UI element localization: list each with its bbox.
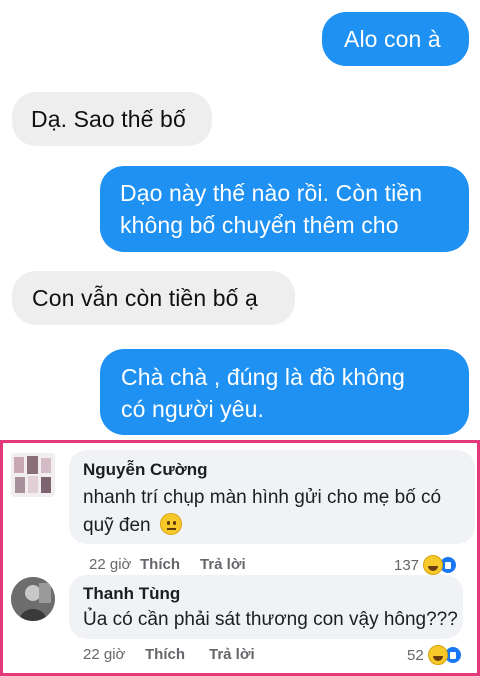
message-bubble-outgoing: Alo con à (322, 12, 469, 66)
haha-reaction-icon (423, 555, 444, 575)
message-line: Con vẫn còn tiền bố ạ (32, 285, 258, 311)
message-bubble-incoming: Con vẫn còn tiền bố ạ (12, 271, 295, 325)
commenter-name[interactable]: Thanh Tùng (83, 584, 180, 604)
comment-time: 22 giờ (89, 556, 132, 573)
message-bubble-incoming: Dạ. Sao thế bố (12, 92, 212, 146)
reply-button[interactable]: Trả lời (209, 646, 255, 663)
comment-text: nhanh trí chụp màn hình gửi cho mẹ bố có… (83, 484, 468, 540)
comment-time: 22 giờ (83, 646, 126, 663)
message-line: Dạo này thế nào rồi. Còn tiền (120, 180, 423, 206)
commenter-name[interactable]: Nguyễn Cường (83, 460, 208, 480)
neutral-face-emoji-icon (159, 513, 182, 535)
comment-bubble: Nguyễn Cường nhanh trí chụp màn hình gửi… (69, 450, 475, 544)
avatar[interactable] (11, 577, 55, 621)
comments-section: Nguyễn Cường nhanh trí chụp màn hình gửi… (0, 440, 480, 676)
message-bubble-outgoing: Dạo này thế nào rồi. Còn tiền không bố c… (100, 166, 469, 252)
avatar-image (11, 577, 55, 621)
chat-screenshot: Alo con à Dạ. Sao thế bố Dạo này thế nào… (0, 0, 480, 438)
comment-text: Ủa có cần phải sát thương con vậy hông??… (83, 609, 458, 630)
haha-reaction-icon (427, 645, 448, 665)
like-button[interactable]: Thích (145, 646, 185, 663)
message-line: Dạ. Sao thế bố (31, 106, 186, 132)
message-line: Alo con à (344, 26, 441, 52)
reaction-summary[interactable]: 52 (407, 645, 463, 665)
avatar-image (11, 453, 55, 497)
message-line: không bố chuyển thêm cho (120, 212, 399, 238)
comment-bubble: Thanh Tùng Ủa có cần phải sát thương con… (69, 575, 463, 639)
message-line: Chà chà , đúng là đồ không (121, 364, 405, 390)
comment-text-content: nhanh trí chụp màn hình gửi cho mẹ bố có… (83, 487, 442, 536)
avatar[interactable] (11, 453, 55, 497)
message-bubble-outgoing: Chà chà , đúng là đồ không có người yêu. (100, 349, 469, 435)
reaction-summary[interactable]: 137 (394, 555, 459, 575)
message-line: có người yêu. (121, 396, 265, 422)
reaction-count: 137 (394, 556, 420, 574)
reply-button[interactable]: Trả lời (200, 556, 246, 573)
like-button[interactable]: Thích (140, 556, 180, 573)
reaction-count: 52 (407, 646, 424, 664)
